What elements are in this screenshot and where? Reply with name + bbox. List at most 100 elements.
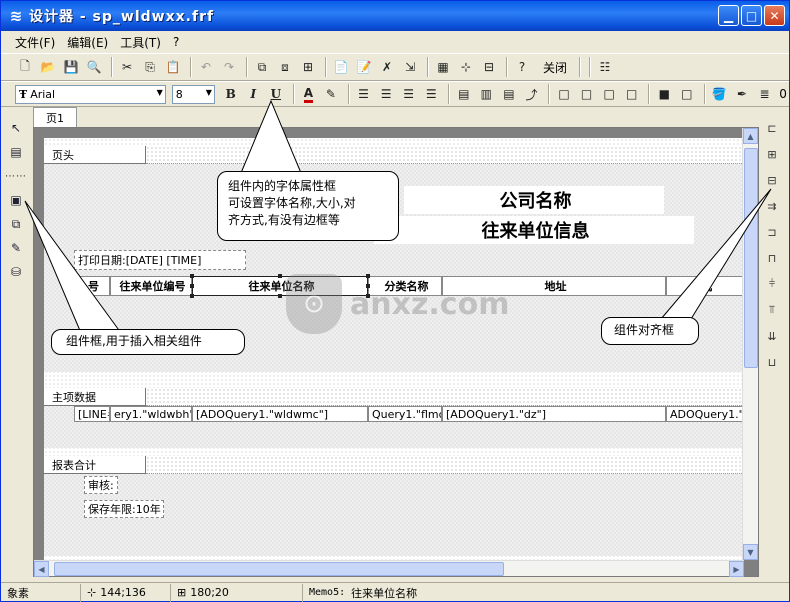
align-vertical-centers-icon[interactable]: ⫩ bbox=[761, 273, 783, 295]
scroll-up-icon[interactable]: ▲ bbox=[743, 128, 758, 144]
space-vertically-icon[interactable]: ⇊ bbox=[761, 325, 783, 347]
menu-help[interactable]: ? bbox=[167, 35, 185, 49]
copy-icon[interactable]: ⎘ bbox=[140, 57, 160, 77]
selection-handle[interactable] bbox=[190, 284, 194, 288]
align-bottom-edges-icon[interactable]: ⊔ bbox=[761, 351, 783, 373]
column-header[interactable]: 往来单位编号 bbox=[110, 276, 192, 296]
data-field[interactable]: ADOQuery1."dh bbox=[666, 406, 744, 422]
print-date-memo[interactable]: 打印日期:[DATE] [TIME] bbox=[74, 250, 246, 270]
frame-color-icon[interactable]: ✒ bbox=[732, 84, 752, 104]
data-field[interactable]: [ADOQuery1."wldwmc"] bbox=[192, 406, 368, 422]
align-left-edges-icon[interactable]: ⊏ bbox=[761, 117, 783, 139]
redo-icon[interactable]: ↷ bbox=[219, 57, 239, 77]
company-name-memo[interactable]: 公司名称 bbox=[404, 186, 664, 214]
data-field[interactable]: Query1."flmc" bbox=[368, 406, 442, 422]
close-designer-button[interactable]: 关闭 bbox=[535, 59, 575, 76]
data-field[interactable]: [LINE#] bbox=[74, 406, 110, 422]
data-field[interactable]: [ADOQuery1."dz"] bbox=[442, 406, 666, 422]
fit-grid-icon[interactable]: ⊟ bbox=[479, 57, 499, 77]
group-icon[interactable]: ⊞ bbox=[298, 57, 318, 77]
open-folder-icon[interactable]: 📂 bbox=[38, 57, 58, 77]
selection-handle[interactable] bbox=[278, 294, 282, 298]
font-color-icon[interactable]: A bbox=[299, 84, 319, 104]
help-icon[interactable]: ? bbox=[512, 57, 532, 77]
horizontal-scroll-thumb[interactable] bbox=[54, 562, 504, 576]
align-grid-icon[interactable]: ⊹ bbox=[456, 57, 476, 77]
frame-bottom-icon[interactable]: □ bbox=[599, 84, 619, 104]
font-size-combo[interactable]: 8 ▼ bbox=[171, 84, 215, 104]
menu-edit[interactable]: 编辑(E) bbox=[61, 34, 114, 51]
scroll-right-icon[interactable]: ▶ bbox=[729, 561, 744, 577]
frame-left-icon[interactable]: □ bbox=[577, 84, 597, 104]
selection-handle[interactable] bbox=[190, 274, 194, 278]
delete-page-icon[interactable]: ✗ bbox=[377, 57, 397, 77]
add-page-icon[interactable]: 📄 bbox=[331, 57, 351, 77]
new-file-icon[interactable]: 🗋 bbox=[15, 57, 35, 77]
align-left-icon[interactable]: ☰ bbox=[354, 84, 374, 104]
maximize-button[interactable]: □ bbox=[741, 5, 762, 26]
undo-icon[interactable]: ↶ bbox=[196, 57, 216, 77]
line-tool-icon[interactable]: ✎ bbox=[5, 237, 27, 259]
band-icon[interactable]: ▤ bbox=[5, 141, 27, 163]
frame-none-icon[interactable]: □ bbox=[677, 84, 697, 104]
align-horizontal-centers-icon[interactable]: ⊞ bbox=[761, 143, 783, 165]
close-button[interactable]: ✕ bbox=[764, 5, 785, 26]
bold-button[interactable]: B bbox=[221, 84, 241, 104]
toolbar-separator bbox=[246, 57, 248, 77]
selection-handle[interactable] bbox=[278, 274, 282, 278]
vertical-scrollbar[interactable]: ▲ ▼ bbox=[742, 128, 758, 560]
center-vertically-icon[interactable]: ⫪ bbox=[761, 299, 783, 321]
send-to-back-icon[interactable]: ⧈ bbox=[275, 57, 295, 77]
fill-color-icon[interactable]: 🪣 bbox=[710, 84, 730, 104]
align-top-edges-icon[interactable]: ⊓ bbox=[761, 247, 783, 269]
frame-right-icon[interactable]: □ bbox=[622, 84, 642, 104]
scroll-down-icon[interactable]: ▼ bbox=[743, 544, 758, 560]
font-name-combo[interactable]: Ŧ Arial ▼ bbox=[15, 84, 166, 104]
align-right-icon[interactable]: ☰ bbox=[399, 84, 419, 104]
align-center-icon[interactable]: ☰ bbox=[376, 84, 396, 104]
rotate-text-icon[interactable]: ⤴ bbox=[522, 84, 542, 104]
review-memo[interactable]: 审核: bbox=[84, 476, 118, 494]
column-header[interactable]: 机 bbox=[666, 276, 744, 296]
tab-page1[interactable]: 页1 bbox=[33, 107, 77, 127]
italic-button[interactable]: I bbox=[243, 84, 263, 104]
page-options-icon[interactable]: ⇲ bbox=[400, 57, 420, 77]
selection-handle[interactable] bbox=[190, 294, 194, 298]
line-style-icon[interactable]: ≣ bbox=[755, 84, 775, 104]
column-header[interactable]: 号 bbox=[74, 276, 110, 296]
valign-top-icon[interactable]: ▤ bbox=[454, 84, 474, 104]
space-horizontally-icon[interactable]: ⇉ bbox=[761, 195, 783, 217]
print-preview-icon[interactable]: 🔍 bbox=[84, 57, 104, 77]
menu-tools[interactable]: 工具(T) bbox=[114, 34, 167, 51]
underline-button[interactable]: U bbox=[266, 84, 286, 104]
align-justify-icon[interactable]: ☰ bbox=[421, 84, 441, 104]
field-list-icon[interactable]: ☷ bbox=[595, 57, 615, 77]
bring-to-front-icon[interactable]: ⧉ bbox=[252, 57, 272, 77]
save-icon[interactable]: 💾 bbox=[61, 57, 81, 77]
valign-middle-icon[interactable]: ▥ bbox=[477, 84, 497, 104]
vertical-scroll-thumb[interactable] bbox=[744, 148, 758, 368]
subreport-icon[interactable]: ⧉ bbox=[5, 213, 27, 235]
title-bar[interactable]: ≋ 设计器 - sp_wldwxx.frf ▁ □ ✕ bbox=[1, 1, 789, 31]
retention-memo[interactable]: 保存年限:10年 bbox=[84, 500, 164, 518]
frame-top-icon[interactable]: □ bbox=[554, 84, 574, 104]
valign-bottom-icon[interactable]: ▤ bbox=[499, 84, 519, 104]
center-horizontally-icon[interactable]: ⊟ bbox=[761, 169, 783, 191]
cut-icon[interactable]: ✂ bbox=[117, 57, 137, 77]
highlight-icon[interactable]: ✎ bbox=[321, 84, 341, 104]
report-title-memo[interactable]: 往来单位信息 bbox=[374, 216, 694, 244]
edit-page-icon[interactable]: 📝 bbox=[354, 57, 374, 77]
paste-icon[interactable]: 📋 bbox=[163, 57, 183, 77]
scroll-left-icon[interactable]: ◀ bbox=[34, 561, 49, 577]
grid-icon[interactable]: ▦ bbox=[433, 57, 453, 77]
database-icon[interactable]: ⛁ bbox=[5, 261, 27, 283]
frame-width-value[interactable]: 0 bbox=[777, 87, 789, 101]
picture-icon[interactable]: ▣ bbox=[5, 189, 27, 211]
horizontal-scrollbar[interactable]: ◀ ▶ bbox=[34, 560, 744, 577]
menu-file[interactable]: 文件(F) bbox=[9, 34, 61, 51]
minimize-button[interactable]: ▁ bbox=[718, 5, 739, 26]
data-field[interactable]: ery1."wldwbh" bbox=[110, 406, 192, 422]
frame-all-icon[interactable]: ■ bbox=[654, 84, 674, 104]
align-right-edges-icon[interactable]: ⊐ bbox=[761, 221, 783, 243]
select-pointer-icon[interactable]: ↖ bbox=[5, 117, 27, 139]
